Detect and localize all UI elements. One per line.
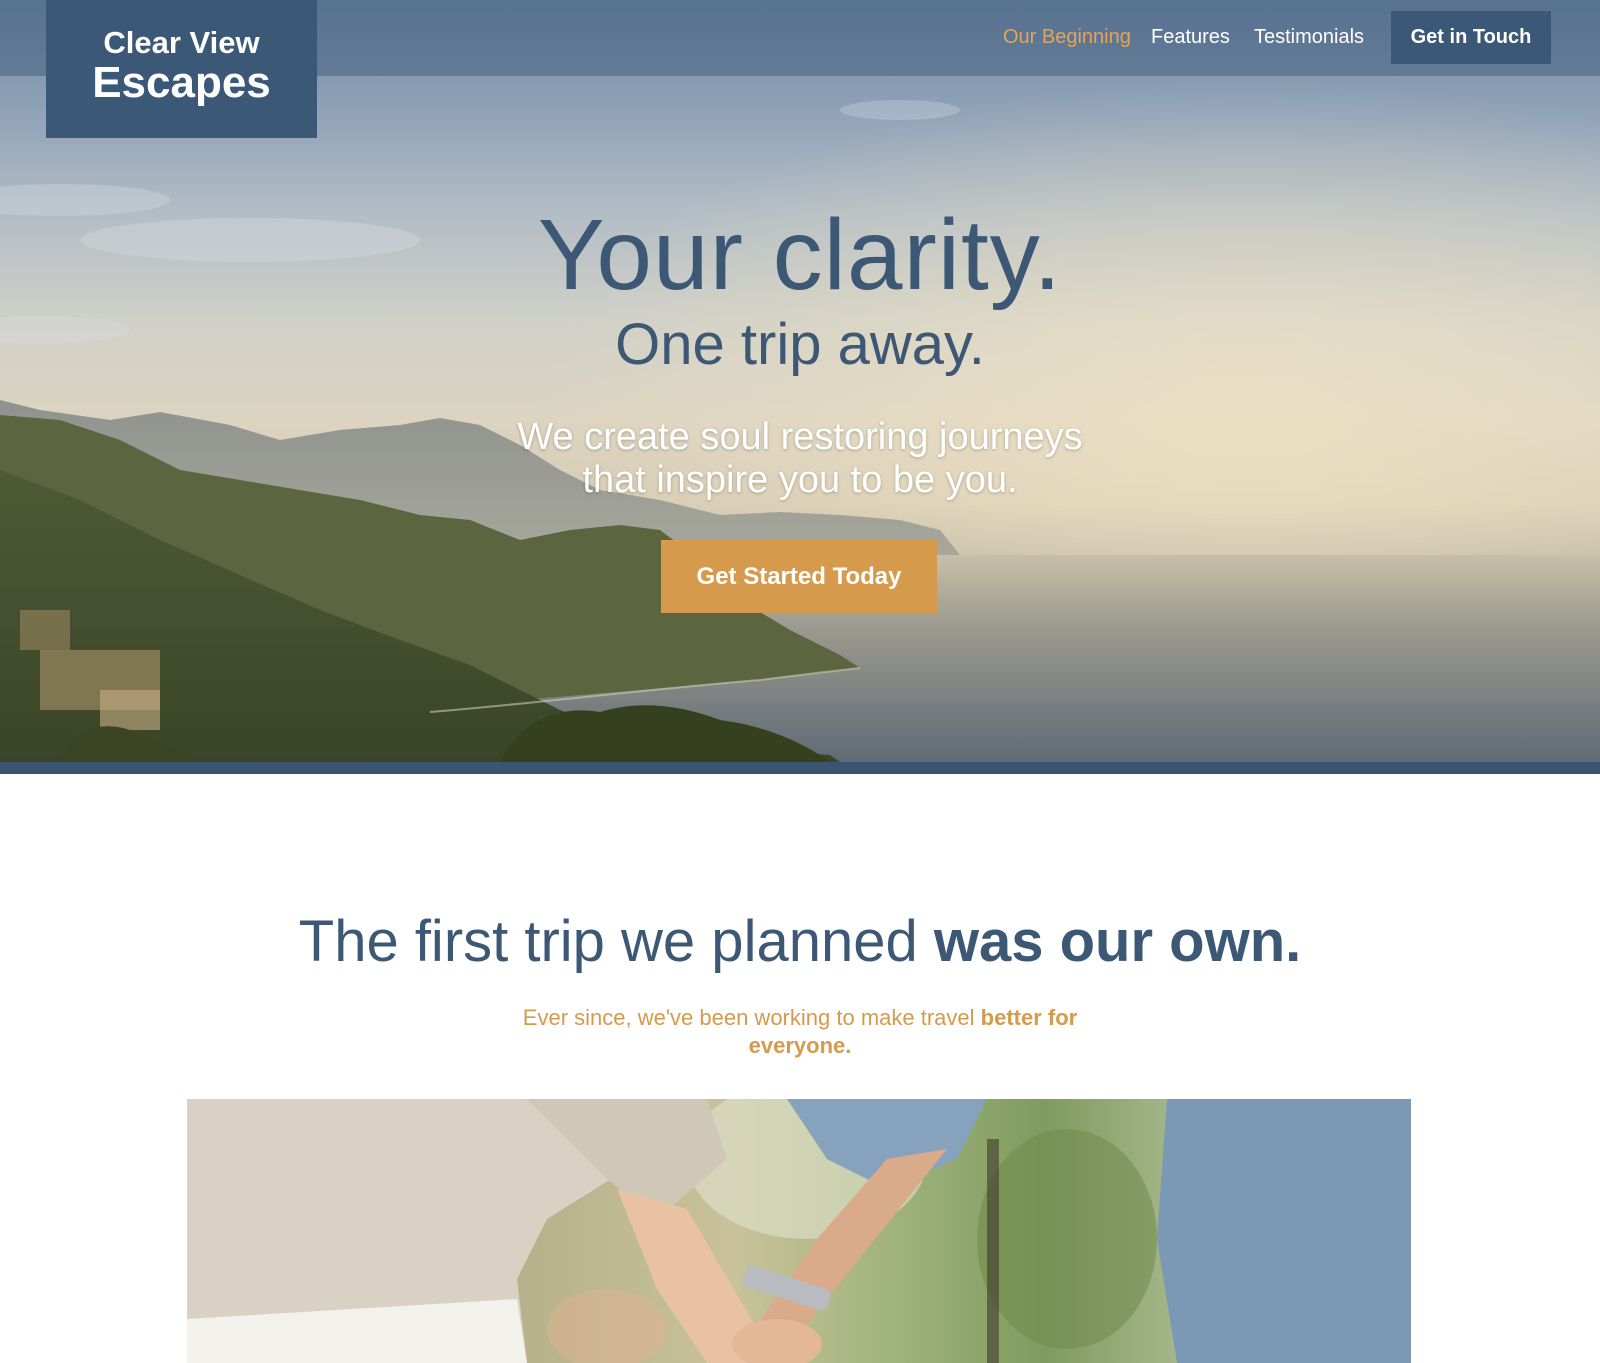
story-heading: The first trip we planned was our own. bbox=[0, 908, 1600, 976]
hero-section: Clear View Escapes Our Beginning Feature… bbox=[0, 0, 1600, 762]
story-sub-light: Ever since, we've been working to make t… bbox=[522, 1005, 981, 1030]
couple-holding-hands-photo bbox=[187, 1099, 1411, 1363]
couple-photo-illustration bbox=[187, 1099, 1411, 1363]
story-heading-light: The first trip we planned bbox=[298, 909, 934, 974]
nav-link-testimonials[interactable]: Testimonials bbox=[1254, 24, 1364, 50]
hero-subtitle: One trip away. bbox=[615, 312, 985, 377]
nav-link-features[interactable]: Features bbox=[1151, 24, 1230, 50]
brand-name-line1: Clear View bbox=[103, 25, 260, 60]
hero-divider bbox=[0, 762, 1600, 774]
hero-title: Your clarity. bbox=[537, 199, 1063, 311]
get-started-button[interactable]: Get Started Today bbox=[661, 540, 937, 613]
hero-tagline-line2: that inspire you to be you. bbox=[582, 459, 1018, 501]
get-in-touch-button[interactable]: Get in Touch bbox=[1391, 11, 1551, 64]
nav-link-our-beginning[interactable]: Our Beginning bbox=[1003, 24, 1131, 50]
brand-logo[interactable]: Clear View Escapes bbox=[46, 0, 317, 138]
brand-name-line2: Escapes bbox=[92, 58, 271, 107]
hero-tagline-line1: We create soul restoring journeys bbox=[517, 416, 1083, 458]
hero-tagline: We create soul restoring journeys that i… bbox=[0, 416, 1600, 502]
story-heading-bold: was our own. bbox=[933, 909, 1302, 974]
story-subheading: Ever since, we've been working to make t… bbox=[500, 1004, 1100, 1060]
